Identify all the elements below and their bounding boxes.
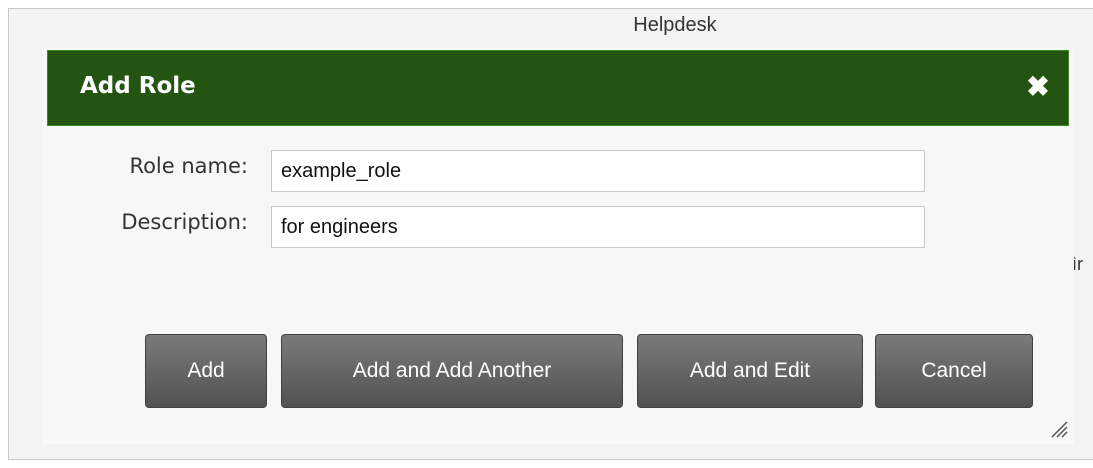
add-and-edit-button[interactable]: Add and Edit — [637, 334, 863, 408]
add-button[interactable]: Add — [145, 334, 267, 408]
dialog-title: Add Role — [80, 73, 196, 99]
dialog-header: Add Role ✖ — [47, 50, 1069, 126]
resize-grip-icon[interactable] — [1048, 418, 1068, 438]
close-icon[interactable]: ✖ — [1022, 71, 1054, 103]
add-role-dialog: Add Role ✖ Role name: Description: Add A… — [42, 48, 1074, 444]
cancel-button[interactable]: Cancel — [875, 334, 1033, 408]
add-and-add-another-button[interactable]: Add and Add Another — [281, 334, 623, 408]
description-label: Description: — [121, 210, 248, 234]
role-name-input[interactable] — [271, 150, 925, 192]
role-name-label: Role name: — [129, 154, 248, 178]
description-input[interactable] — [271, 206, 925, 248]
background-page-title: Helpdesk — [633, 14, 717, 36]
